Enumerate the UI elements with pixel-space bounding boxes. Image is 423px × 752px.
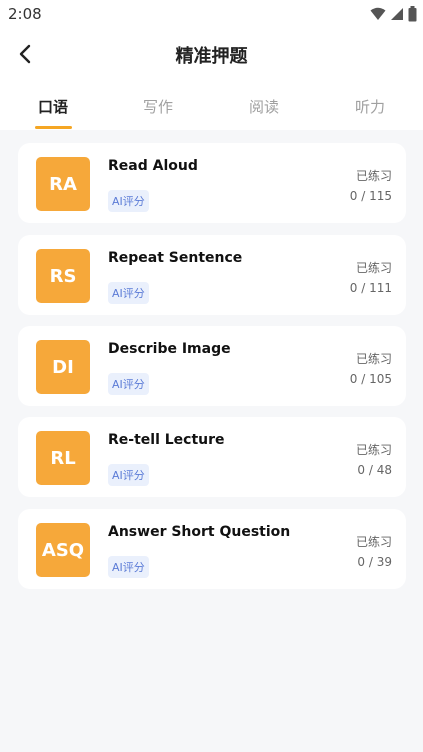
app-header: 精准押题 xyxy=(0,28,423,80)
practiced-label: 已练习 xyxy=(355,535,392,549)
tab-writing[interactable]: 写作 xyxy=(143,96,173,117)
ai-score-tag: AI评分 xyxy=(108,556,149,578)
question-type-card-ra[interactable]: RA Read Aloud AI评分 已练习 0 / 115 xyxy=(18,143,406,223)
ai-score-tag: AI评分 xyxy=(108,190,149,212)
battery-icon xyxy=(408,6,417,22)
question-type-card-rs[interactable]: RS Repeat Sentence AI评分 已练习 0 / 111 xyxy=(18,235,406,315)
card-title: Answer Short Question xyxy=(108,524,291,540)
progress-count: 0 / 111 xyxy=(349,281,392,295)
progress-count: 0 / 48 xyxy=(357,463,392,477)
practiced-label: 已练习 xyxy=(355,169,392,183)
system-icons xyxy=(370,6,417,22)
question-type-card-di[interactable]: DI Describe Image AI评分 已练习 0 / 105 xyxy=(18,326,406,406)
card-title: Re-tell Lecture xyxy=(108,432,225,448)
type-badge: ASQ xyxy=(36,523,90,577)
page-title: 精准押题 xyxy=(175,46,248,67)
card-title: Repeat Sentence xyxy=(108,250,243,266)
progress-count: 0 / 115 xyxy=(349,189,392,203)
card-title: Describe Image xyxy=(108,341,231,357)
ai-score-tag: AI评分 xyxy=(108,282,149,304)
progress-count: 0 / 39 xyxy=(357,555,392,569)
card-title: Read Aloud xyxy=(108,158,198,174)
type-badge: RS xyxy=(36,249,90,303)
tab-speaking[interactable]: 口语 xyxy=(38,96,68,117)
active-tab-indicator xyxy=(35,126,72,129)
status-bar: 2:08 xyxy=(0,0,423,28)
ai-score-tag: AI评分 xyxy=(108,464,149,486)
type-badge: RL xyxy=(36,431,90,485)
progress-count: 0 / 105 xyxy=(349,372,392,386)
practiced-label: 已练习 xyxy=(355,352,392,366)
tab-listening[interactable]: 听力 xyxy=(355,96,385,117)
practiced-label: 已练习 xyxy=(355,443,392,457)
question-type-card-asq[interactable]: ASQ Answer Short Question AI评分 已练习 0 / 3… xyxy=(18,509,406,589)
type-badge: RA xyxy=(36,157,90,211)
tab-bar: 口语 写作 阅读 听力 xyxy=(0,80,423,130)
practiced-label: 已练习 xyxy=(355,261,392,275)
status-time: 2:08 xyxy=(8,5,42,23)
ai-score-tag: AI评分 xyxy=(108,373,149,395)
type-badge: DI xyxy=(36,340,90,394)
wifi-icon xyxy=(370,7,386,20)
tab-reading[interactable]: 阅读 xyxy=(249,96,279,117)
signal-icon xyxy=(391,8,403,20)
question-type-card-rl[interactable]: RL Re-tell Lecture AI评分 已练习 0 / 48 xyxy=(18,417,406,497)
